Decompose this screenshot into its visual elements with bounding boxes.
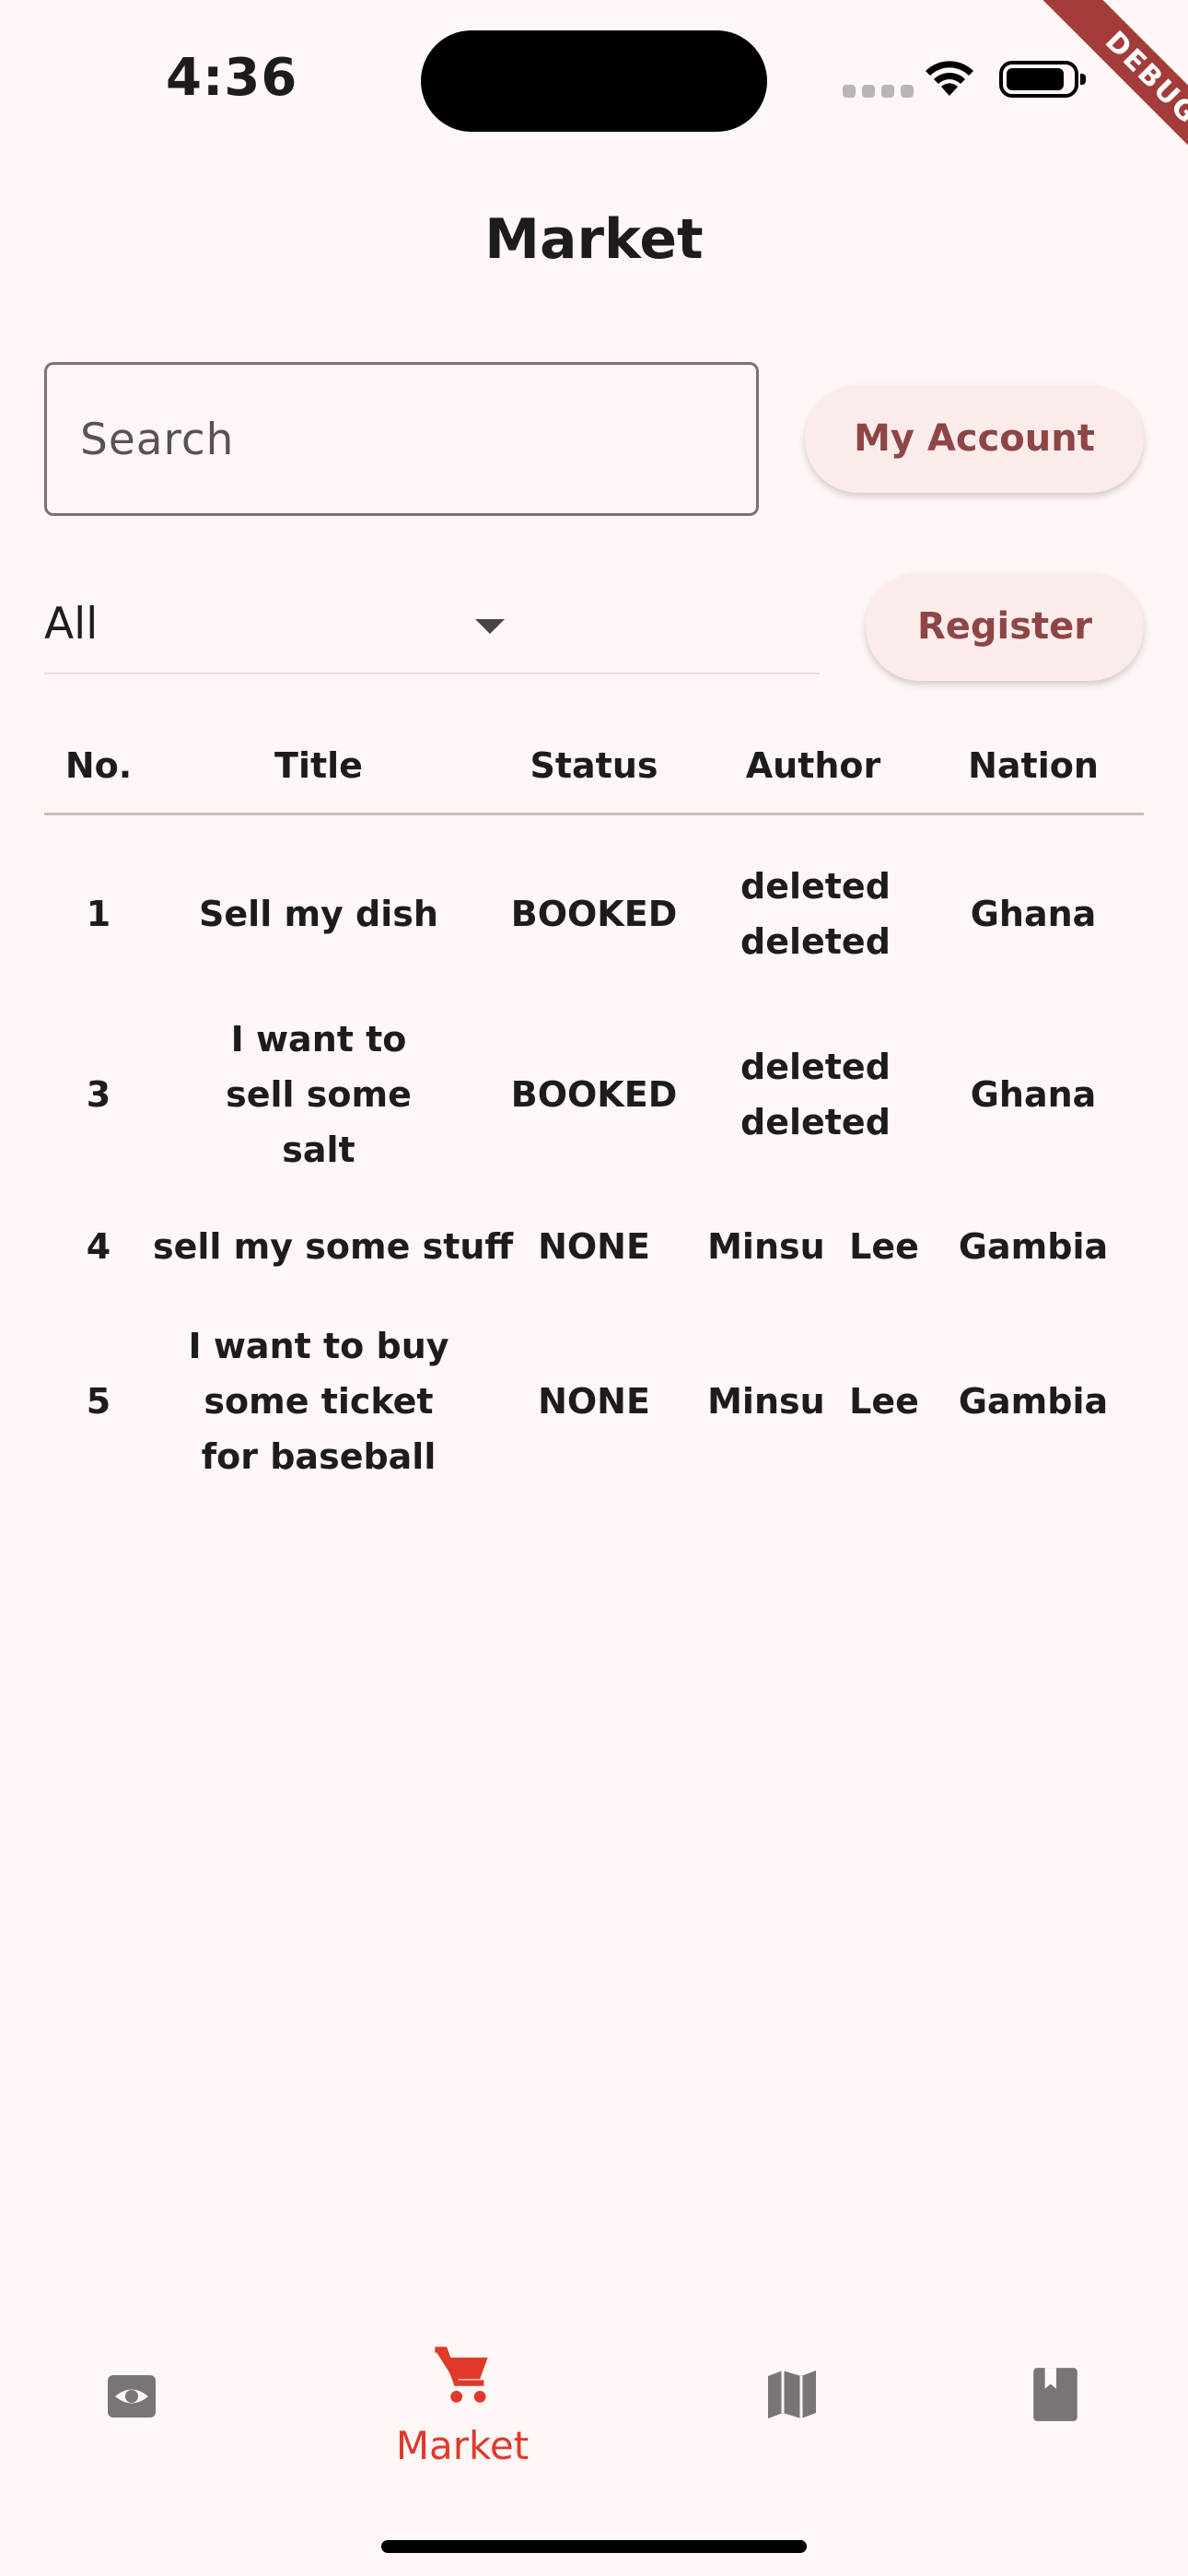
cart-icon [435, 2347, 488, 2403]
debug-banner: DEBUG [967, 0, 1188, 221]
cellular-signal-icon [843, 85, 914, 98]
cell-nation: Gambia [958, 1380, 1109, 1422]
page-title: Market [484, 207, 704, 272]
column-header-author: Author [704, 719, 923, 815]
table-row[interactable]: 4 sell my some stuff NONE Minsu Lee Gamb… [44, 1177, 1144, 1316]
table-header-row: No. Title Status Author Nation [44, 719, 1144, 815]
search-input[interactable] [78, 365, 727, 515]
market-table: No. Title Status Author Nation 1 Sell my… [44, 719, 1144, 1486]
cell-author: Minsu Lee [707, 1226, 919, 1267]
cell-author: deleted deleted [740, 1047, 891, 1142]
table-row[interactable]: 5 I want to buy some ticket for baseball… [44, 1316, 1144, 1486]
cell-title: Sell my dish [199, 893, 438, 934]
cell-status: NONE [538, 1380, 650, 1422]
cell-nation: Ghana [970, 893, 1097, 934]
column-header-nation: Nation [923, 719, 1144, 815]
my-account-button[interactable]: My Account [805, 385, 1144, 493]
home-indicator [381, 2540, 807, 2553]
dynamic-island [421, 30, 767, 132]
column-header-title: Title [153, 719, 484, 815]
debug-label: DEBUG [1031, 0, 1188, 198]
search-field[interactable] [44, 362, 759, 516]
cell-author: deleted deleted [740, 865, 891, 962]
cell-author: Minsu Lee [707, 1380, 919, 1422]
filter-dropdown[interactable]: All [44, 590, 820, 674]
cell-nation: Ghana [970, 1074, 1097, 1115]
nav-label-market: Market [395, 2423, 530, 2468]
table-row[interactable]: 1 Sell my dish BOOKED deleted deleted Gh… [44, 814, 1144, 1013]
status-time: 4:36 [166, 48, 298, 108]
map-icon [768, 2371, 816, 2418]
nav-item-book[interactable] [963, 2303, 1147, 2469]
cell-no: 5 [86, 1380, 111, 1422]
nav-item-view[interactable] [40, 2303, 224, 2469]
cell-status: BOOKED [510, 893, 678, 934]
book-icon [1033, 2368, 1077, 2421]
nav-item-market[interactable]: Market [370, 2303, 554, 2469]
cell-no: 3 [86, 1074, 111, 1115]
dropdown-arrow-icon [475, 619, 505, 634]
nav-item-map[interactable] [700, 2303, 884, 2469]
cell-status: NONE [538, 1226, 650, 1267]
cell-status: BOOKED [510, 1074, 678, 1115]
cell-no: 1 [86, 893, 111, 934]
register-button[interactable]: Register [866, 573, 1144, 681]
cell-title: I want to buy some ticket for baseball [188, 1325, 449, 1477]
cell-title: sell my some stuff [153, 1226, 514, 1267]
filter-selected-value: All [44, 599, 99, 650]
column-header-no: No. [44, 719, 153, 815]
cell-title: I want to sell some salt [226, 1019, 412, 1170]
cell-nation: Gambia [958, 1226, 1109, 1267]
table-row[interactable]: 3 I want to sell some salt BOOKED delete… [44, 1012, 1144, 1177]
cell-no: 4 [86, 1226, 111, 1267]
column-header-status: Status [484, 719, 704, 815]
eye-icon [108, 2375, 156, 2418]
bottom-navigation-bar: Market [0, 2303, 1188, 2488]
